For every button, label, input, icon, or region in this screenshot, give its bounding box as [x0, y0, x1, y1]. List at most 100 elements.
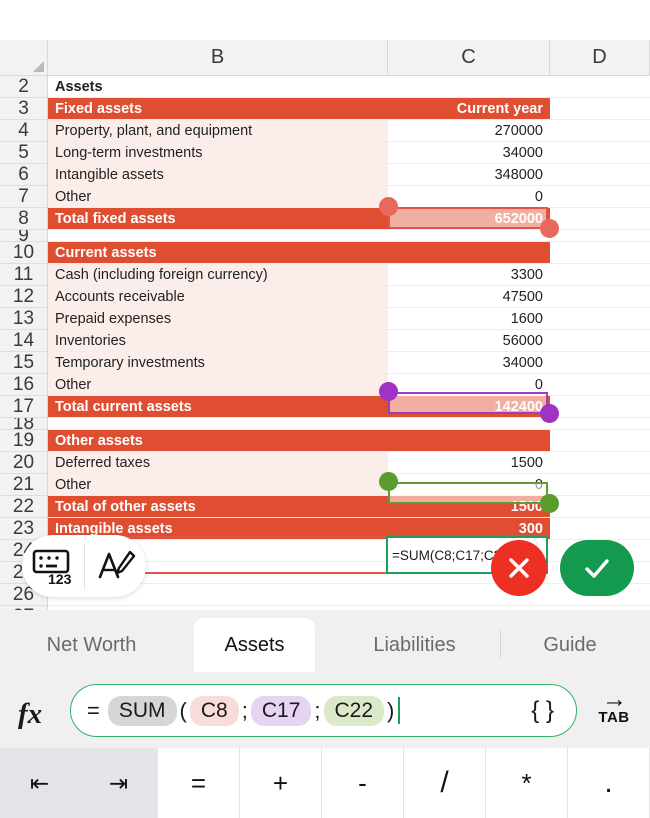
move-end-icon[interactable]: ⇥ — [109, 770, 128, 797]
cell-b17[interactable]: Total current assets — [48, 396, 388, 418]
tab-assets[interactable]: Assets — [194, 618, 315, 672]
row-header-5[interactable]: 5 — [0, 142, 47, 164]
cell-c17[interactable]: 142400 — [388, 396, 550, 418]
cell-d2[interactable] — [550, 76, 650, 98]
cell-c15[interactable]: 34000 — [388, 352, 550, 374]
cell-c13[interactable]: 1600 — [388, 308, 550, 330]
cell-d5[interactable] — [550, 142, 650, 164]
table-row[interactable]: Assets — [48, 76, 650, 98]
selection-c22-handle-end[interactable] — [540, 494, 559, 513]
formula-punct[interactable]: ; — [312, 698, 322, 724]
formula-punct[interactable]: ) — [385, 698, 396, 724]
key-asterisk[interactable]: * — [486, 748, 568, 818]
row-header-17[interactable]: 17 — [0, 396, 47, 418]
cell-c6[interactable]: 348000 — [388, 164, 550, 186]
cell-b14[interactable]: Inventories — [48, 330, 388, 352]
cell-b15[interactable]: Temporary investments — [48, 352, 388, 374]
row-header-12[interactable]: 12 — [0, 286, 47, 308]
table-row[interactable]: Deferred taxes 1500 — [48, 452, 650, 474]
cell-b8[interactable]: Total fixed assets — [48, 208, 388, 230]
confirm-button[interactable] — [560, 540, 634, 596]
formula-token-c8[interactable]: C8 — [189, 695, 239, 726]
cell-b10[interactable]: Current assets — [48, 242, 388, 264]
cells-area[interactable]: Assets Fixed assets Current year Property, … — [48, 76, 650, 610]
table-row[interactable]: Accounts receivable 47500 — [48, 286, 650, 308]
cell-b22[interactable]: Total of other assets — [48, 496, 388, 518]
cell-b5[interactable]: Long-term investments — [48, 142, 388, 164]
cell-b7[interactable]: Other — [48, 186, 388, 208]
cell-b6[interactable]: Intangible assets — [48, 164, 388, 186]
cell-c5[interactable]: 34000 — [388, 142, 550, 164]
cell-d15[interactable] — [550, 352, 650, 374]
cell-d16[interactable] — [550, 374, 650, 396]
select-all-corner[interactable] — [0, 40, 48, 76]
spreadsheet-grid[interactable]: BCD 2 3 4 5 6 7 8 9 10 11 12 13 14 15 16 17 18 19 20 21 22 23… — [0, 0, 650, 610]
key-slash[interactable]: / — [404, 748, 486, 818]
row-header-20[interactable]: 20 — [0, 452, 47, 474]
cell-d4[interactable] — [550, 120, 650, 142]
table-row[interactable]: Total fixed assets 652000 — [48, 208, 650, 230]
table-row[interactable]: Total of other assets 1500 — [48, 496, 650, 518]
cell-c3[interactable]: Current year — [388, 98, 550, 120]
cell-c12[interactable]: 47500 — [388, 286, 550, 308]
row-header-9[interactable]: 9 — [0, 230, 47, 242]
column-header-c[interactable]: C — [388, 40, 550, 75]
keypad-keys-group[interactable]: = + - / *. — [158, 748, 650, 818]
cell-d6[interactable] — [550, 164, 650, 186]
row-header-10[interactable]: 10 — [0, 242, 47, 264]
table-row[interactable]: Fixed assets Current year — [48, 98, 650, 120]
cell-b11[interactable]: Cash (including foreign currency) — [48, 264, 388, 286]
cell-d22[interactable] — [550, 496, 650, 518]
tab-liabilities[interactable]: Liabilities — [334, 618, 495, 672]
formula-token-c17[interactable]: C17 — [250, 695, 312, 726]
cell-b16[interactable]: Other — [48, 374, 388, 396]
cell-d14[interactable] — [550, 330, 650, 352]
table-row[interactable]: Other assets — [48, 430, 650, 452]
keypad-nav-group[interactable]: ⇤ ⇥ — [0, 748, 158, 818]
table-row[interactable]: Temporary investments 34000 — [48, 352, 650, 374]
row-header-13[interactable]: 13 — [0, 308, 47, 330]
cell-b2[interactable]: Assets — [48, 76, 388, 98]
row-header-2[interactable]: 2 — [0, 76, 47, 98]
column-header-b[interactable]: B — [48, 40, 388, 75]
cancel-button[interactable] — [491, 540, 547, 596]
row-header-8[interactable]: 8 — [0, 208, 47, 230]
table-row[interactable]: Other 0 — [48, 186, 650, 208]
operator-keypad[interactable]: ⇤ ⇥ = + - / *. — [0, 748, 650, 818]
cell-c2[interactable] — [388, 76, 550, 98]
table-row[interactable]: Cash (including foreign currency) 3300 — [48, 264, 650, 286]
key-minus[interactable]: - — [322, 748, 404, 818]
cell-d12[interactable] — [550, 286, 650, 308]
cell-d10[interactable] — [550, 242, 650, 264]
cell-c22[interactable]: 1500 — [388, 496, 550, 518]
row-header-14[interactable]: 14 — [0, 330, 47, 352]
cell-b13[interactable]: Prepaid expenses — [48, 308, 388, 330]
input-mode-toolbar[interactable]: 123 — [22, 535, 146, 597]
row-header-3[interactable]: 3 — [0, 98, 47, 120]
cell-b19[interactable]: Other assets — [48, 430, 388, 452]
cell-d7[interactable] — [550, 186, 650, 208]
formula-token-sum[interactable]: SUM — [107, 695, 177, 726]
selection-c8-handle-start[interactable] — [379, 197, 398, 216]
cell-d13[interactable] — [550, 308, 650, 330]
cell-b4[interactable]: Property, plant, and equipment — [48, 120, 388, 142]
numeric-keypad-button[interactable]: 123 — [22, 535, 84, 597]
table-row[interactable]: Intangible assets 348000 — [48, 164, 650, 186]
cell-b20[interactable]: Deferred taxes — [48, 452, 388, 474]
cell-d19[interactable] — [550, 430, 650, 452]
row-header-6[interactable]: 6 — [0, 164, 47, 186]
cell-c16[interactable]: 0 — [388, 374, 550, 396]
table-row[interactable]: Property, plant, and equipment 270000 — [48, 120, 650, 142]
cell-b12[interactable]: Accounts receivable — [48, 286, 388, 308]
cell-b3[interactable]: Fixed assets — [48, 98, 388, 120]
cell-d17[interactable] — [550, 396, 650, 418]
table-row[interactable]: Other 0 — [48, 474, 650, 496]
cell-c11[interactable]: 3300 — [388, 264, 550, 286]
table-row[interactable]: Current assets — [48, 242, 650, 264]
row-header-21[interactable]: 21 — [0, 474, 47, 496]
cell-c21[interactable]: 0 — [388, 474, 550, 496]
cell-d21[interactable] — [550, 474, 650, 496]
cell-b21[interactable]: Other — [48, 474, 388, 496]
table-row[interactable]: Inventories 56000 — [48, 330, 650, 352]
cell-c4[interactable]: 270000 — [388, 120, 550, 142]
